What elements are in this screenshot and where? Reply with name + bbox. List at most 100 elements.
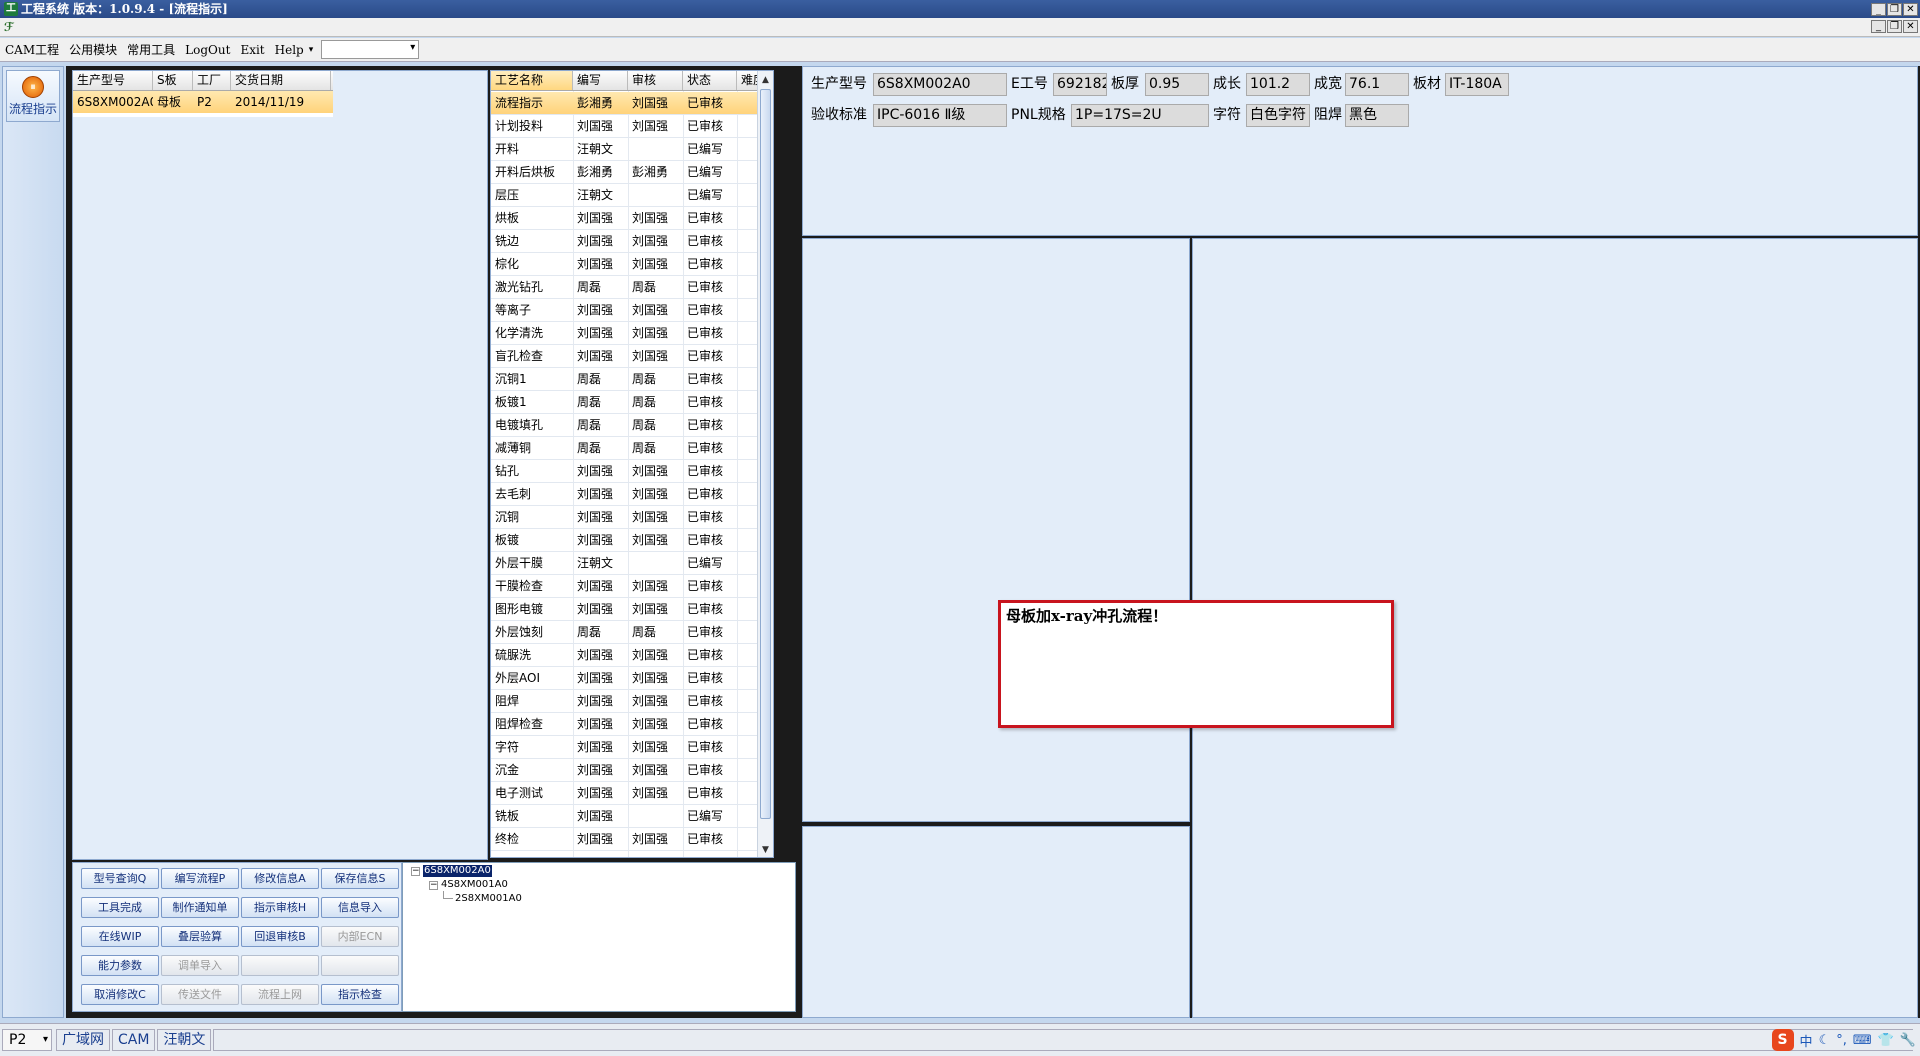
col-header-status[interactable]: 状态 <box>683 71 737 90</box>
make-notice-button[interactable]: 制作通知单 <box>161 897 239 918</box>
field-e-no[interactable]: 692182 <box>1053 73 1107 96</box>
mdi-close-button[interactable]: ✕ <box>1903 20 1918 33</box>
upload-flow-button[interactable]: 流程上网 <box>241 984 319 1005</box>
import-info-button[interactable]: 信息导入 <box>321 897 399 918</box>
save-info-button[interactable]: 保存信息S <box>321 868 399 889</box>
col-header-model[interactable]: 生产型号 <box>73 71 153 90</box>
table-row[interactable]: 字符 刘国强 刘国强 已审核 <box>491 736 773 759</box>
table-row[interactable]: 开料后烘板 彭湘勇 彭湘勇 已编写 <box>491 161 773 184</box>
col-header-difficulty[interactable]: 难度 <box>737 71 759 90</box>
field-pnl[interactable]: 1P=17S=2U <box>1071 104 1209 127</box>
col-header-s-board[interactable]: S板 <box>153 71 193 90</box>
table-row[interactable]: 外层蚀刻 周磊 周磊 已审核 <box>491 621 773 644</box>
field-solder-mask[interactable]: 黑色 <box>1345 104 1409 127</box>
restore-button[interactable]: ❐ <box>1887 2 1902 16</box>
table-row[interactable]: 铣板 刘国强 已编写 <box>491 805 773 828</box>
help-dropdown-icon[interactable]: ▾ <box>309 45 314 55</box>
close-button[interactable]: ✕ <box>1903 2 1918 16</box>
stackup-check-button[interactable]: 叠层验算 <box>161 926 239 947</box>
blank-button-1[interactable] <box>241 955 319 976</box>
field-character[interactable]: 白色字符 <box>1246 104 1310 127</box>
query-model-button[interactable]: 型号查询Q <box>81 868 159 889</box>
table-row[interactable]: 外层干膜 汪朝文 已编写 <box>491 552 773 575</box>
check-indication-button[interactable]: 指示检查 <box>321 984 399 1005</box>
scroll-thumb[interactable] <box>760 89 771 819</box>
field-length[interactable]: 101.2 <box>1246 73 1310 96</box>
table-row[interactable]: 阻焊 刘国强 刘国强 已审核 <box>491 690 773 713</box>
menu-combo[interactable] <box>321 40 420 59</box>
cancel-modify-button[interactable]: 取消修改C <box>81 984 159 1005</box>
table-row[interactable]: 层压 汪朝文 已编写 <box>491 184 773 207</box>
menu-cam[interactable]: CAM工程 <box>0 39 64 61</box>
menu-logout[interactable]: LogOut <box>180 39 235 61</box>
tools-icon[interactable]: 🔧 <box>1900 1033 1916 1048</box>
write-flow-button[interactable]: 编写流程P <box>161 868 239 889</box>
tree-node-root[interactable]: 6S8XM002A0 <box>423 865 492 877</box>
table-row[interactable]: 干膜检查 刘国强 刘国强 已审核 <box>491 575 773 598</box>
table-row[interactable]: 终检 刘国强 刘国强 已审核 <box>491 828 773 851</box>
sogou-icon[interactable]: S <box>1771 1029 1794 1051</box>
mdi-restore-button[interactable]: ❐ <box>1887 20 1902 33</box>
table-row[interactable]: 化学清洗 刘国强 刘国强 已审核 <box>491 322 773 345</box>
chinese-mode-icon[interactable]: 中 <box>1800 1031 1813 1050</box>
table-row[interactable]: 铣边 刘国强 刘国强 已审核 <box>491 230 773 253</box>
online-wip-button[interactable]: 在线WIP <box>81 926 159 947</box>
table-row[interactable]: 沉铜1 周磊 周磊 已审核 <box>491 368 773 391</box>
field-width[interactable]: 76.1 <box>1345 73 1409 96</box>
punctuation-icon[interactable]: °, <box>1836 1033 1847 1048</box>
vertical-scrollbar[interactable]: ▲ ▼ <box>757 71 773 857</box>
collapse-icon[interactable]: − <box>429 881 438 890</box>
table-row[interactable]: 图形电镀 刘国强 刘国强 已审核 <box>491 598 773 621</box>
skin-icon[interactable]: 👕 <box>1878 1033 1894 1048</box>
menu-tools[interactable]: 常用工具 <box>122 39 180 61</box>
scroll-down-icon[interactable]: ▼ <box>760 843 771 857</box>
table-row[interactable]: 板镀 刘国强 刘国强 已审核 <box>491 529 773 552</box>
import-order-button[interactable]: 调单导入 <box>161 955 239 976</box>
note-box[interactable]: 母板加x-ray冲孔流程！ <box>998 600 1394 728</box>
table-row[interactable]: 去毛刺 刘国强 刘国强 已审核 <box>491 483 773 506</box>
menu-common-modules[interactable]: 公用模块 <box>64 39 122 61</box>
table-row[interactable]: 开料 汪朝文 已编写 <box>491 138 773 161</box>
tool-complete-button[interactable]: 工具完成 <box>81 897 159 918</box>
col-header-delivery-date[interactable]: 交货日期 <box>231 71 331 90</box>
flow-indicator-nav-button[interactable]: ⏸ 流程指示 <box>6 70 60 122</box>
mdi-minimize-button[interactable]: _ <box>1871 20 1886 33</box>
table-row[interactable]: 6S8XM002A0 母板 P2 2014/11/19 <box>73 91 333 113</box>
table-row[interactable]: 电子测试 刘国强 刘国强 已审核 <box>491 782 773 805</box>
menu-help[interactable]: Help <box>270 39 309 61</box>
col-header-reviewer[interactable]: 审核 <box>628 71 683 90</box>
table-row[interactable]: 阻焊检查 刘国强 刘国强 已审核 <box>491 713 773 736</box>
table-row[interactable]: 流程指示 彭湘勇 刘国强 已审核 <box>491 92 773 115</box>
field-standard[interactable]: IPC-6016 Ⅱ级 <box>873 104 1007 127</box>
send-file-button[interactable]: 传送文件 <box>161 984 239 1005</box>
table-row[interactable]: 电镀填孔 周磊 周磊 已审核 <box>491 414 773 437</box>
scroll-up-icon[interactable]: ▲ <box>760 73 771 87</box>
menu-exit[interactable]: Exit <box>235 39 269 61</box>
table-row[interactable]: 钻孔 刘国强 刘国强 已审核 <box>491 460 773 483</box>
col-header-writer[interactable]: 编写 <box>573 71 628 90</box>
keyboard-icon[interactable]: ⌨ <box>1853 1033 1872 1048</box>
field-model[interactable]: 6S8XM002A0 <box>873 73 1007 96</box>
col-header-factory[interactable]: 工厂 <box>193 71 231 90</box>
factory-select[interactable]: P2 <box>2 1029 52 1051</box>
table-row[interactable]: 盲孔检查 刘国强 刘国强 已审核 <box>491 345 773 368</box>
col-header-process[interactable]: 工艺名称 <box>491 71 573 90</box>
blank-button-2[interactable] <box>321 955 399 976</box>
table-row[interactable]: 沉铜 刘国强 刘国强 已审核 <box>491 506 773 529</box>
tree-node-child[interactable]: 4S8XM001A0 <box>441 879 508 891</box>
field-thickness[interactable]: 0.95 <box>1145 73 1209 96</box>
table-row[interactable]: 沉金 刘国强 刘国强 已审核 <box>491 759 773 782</box>
review-indication-button[interactable]: 指示审核H <box>241 897 319 918</box>
table-row[interactable]: 板镀1 周磊 周磊 已审核 <box>491 391 773 414</box>
rollback-review-button[interactable]: 回退审核B <box>241 926 319 947</box>
internal-ecn-button[interactable]: 内部ECN <box>321 926 399 947</box>
capability-params-button[interactable]: 能力参数 <box>81 955 159 976</box>
field-material[interactable]: IT-180A <box>1445 73 1509 96</box>
tree-node-grandchild[interactable]: 2S8XM001A0 <box>455 893 522 905</box>
table-row[interactable]: 棕化 刘国强 刘国强 已审核 <box>491 253 773 276</box>
table-row[interactable]: 减薄铜 周磊 周磊 已审核 <box>491 437 773 460</box>
table-row[interactable]: 计划投料 刘国强 刘国强 已审核 <box>491 115 773 138</box>
table-row[interactable]: 等离子 刘国强 刘国强 已审核 <box>491 299 773 322</box>
moon-icon[interactable]: ☾ <box>1819 1033 1831 1048</box>
modify-info-button[interactable]: 修改信息A <box>241 868 319 889</box>
